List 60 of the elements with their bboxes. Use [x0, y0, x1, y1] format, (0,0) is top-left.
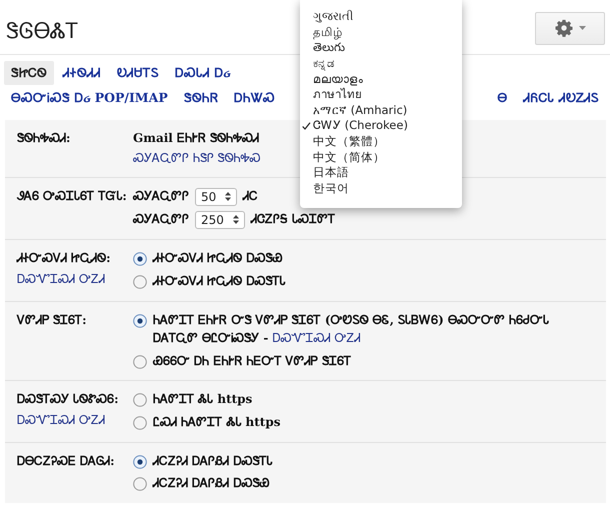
- setting-value: Gmail ᎬᏂᎨᏒ ᏕᏫᏂᎭᏍᏗ: [133, 130, 260, 147]
- learn-more-link[interactable]: ᎠᏍᏉᏆᏍᏗ ᎤᏃᏗ: [17, 270, 127, 288]
- radio-button[interactable]: [133, 477, 147, 492]
- learn-more-link[interactable]: ᎠᏍᏉᏆᏍᏗ ᎤᏃᏗ: [272, 331, 360, 346]
- setting-label: ᎠᎾᏟᏃᎮᏍᎬ ᎠᎪᎶᏗ:: [17, 452, 116, 470]
- radio-button[interactable]: [133, 354, 147, 369]
- radio-button[interactable]: [133, 416, 147, 430]
- radio-button[interactable]: [133, 252, 147, 266]
- option-label: ᏍᎩᎪᏩᏛᎵ: [133, 211, 189, 228]
- menu-item[interactable]: తెలుగు: [313, 40, 345, 56]
- radio-label: ᏗᏟᏃᎮᏗ ᎠᎪᎵᏰᏗ ᎠᏍᏕᎢᏓ: [153, 452, 272, 470]
- radio-button[interactable]: [133, 274, 147, 289]
- menu-item[interactable]: ᏣᎳᎩ (Cherokee): [313, 118, 408, 134]
- tab[interactable]: ᎠᏂᏔᏍ: [226, 86, 282, 110]
- select-field[interactable]: 50: [195, 188, 237, 206]
- settings-icon: [554, 19, 572, 37]
- menu-item[interactable]: 日本語: [313, 165, 349, 180]
- setting-label: ᏙᏛᏗᏢ ᏕᏆᏮᎢ:: [17, 312, 88, 329]
- radio-label: ᏗᏐᏅᏍᏙᏗ ᏥᏩᏗᏫ ᎠᏍᏕᏯ: [153, 250, 282, 268]
- window-title: ᏕᎶᎾᏜᎢ: [6, 19, 79, 43]
- menu-item[interactable]: ಕನ್ನಡ: [313, 56, 335, 72]
- settings-link[interactable]: ᏍᎩᎪᏩᏛᎵ ᏂᏕᎵ ᏕᏫᏂᎭᏍ: [133, 149, 261, 167]
- setting-label: ᏕᏫᏂᎭᏍᏗ:: [17, 130, 72, 147]
- radio-button[interactable]: [133, 314, 147, 328]
- tab[interactable]: ᏗᏐᏫᏗᏗ: [56, 61, 108, 85]
- tab[interactable]: ᏕᏫᏂᏒ: [176, 86, 225, 110]
- menu-item[interactable]: 한국어: [313, 180, 349, 196]
- updown-arrow-icon: [225, 192, 231, 202]
- setting-label: ᏗᏐᏅᏍᏙᏗ ᏥᏩᏗᏫ:: [17, 250, 112, 268]
- radio-label: ᏗᏐᏅᏍᏙᏗ ᏥᏩᏗᏫ ᎠᏍᏕᎢᏓ: [153, 272, 286, 290]
- menu-item[interactable]: አማርኛ (Amharic): [313, 102, 408, 118]
- radio-label: ᏂᎪᏛᏆᎢ ᏜᏓ https: [153, 391, 252, 408]
- option-label: ᏍᎩᎪᏩᏛᎵ: [133, 188, 189, 205]
- tab[interactable]: Ꮎ: [490, 86, 515, 110]
- tab[interactable]: ᏗᏲᏟᏓ ᏗᎧᏃᏗᏚ: [516, 86, 606, 110]
- caret-icon: [578, 26, 586, 30]
- select-field[interactable]: 250: [195, 210, 245, 229]
- learn-more-link[interactable]: ᎠᏍᏉᏆᏍᏗ ᎤᏃᏗ: [17, 411, 127, 430]
- menu-item[interactable]: ગુજરાતી: [313, 9, 353, 24]
- setting-label: ᎠᏍᏕᎢᏍᎩ ᏓᏫᏑᏍᏮ:: [17, 391, 120, 408]
- tab[interactable]: ᎧᏗᏌᎢᏚ: [110, 61, 166, 85]
- radio-label: ᏗᏟᏃᎮᏗ ᎠᎪᎵᏰᏗ ᎠᏍᏕᏯ: [153, 475, 270, 492]
- radio-button[interactable]: [133, 393, 147, 408]
- menu-item[interactable]: 中文（简体）: [313, 150, 385, 165]
- radio-button[interactable]: [133, 454, 147, 469]
- radio-label: ᏯᏮᏮᏅ ᎠᏂ ᎬᏂᎨᏒ ᏂᎬᏅᎢ ᏙᏛᏗᏢ ᏕᏆᏮᎢ: [153, 352, 351, 370]
- option-label: ᏗᏟ: [243, 188, 258, 205]
- settings-button[interactable]: [535, 12, 605, 44]
- menu-item[interactable]: தமிழ்: [313, 24, 343, 40]
- menu-item[interactable]: 中文（繁體）: [313, 134, 385, 150]
- radio-label: ᏝᏍᏗ ᏂᎪᏛᏆᎢ ᏜᏓ https: [153, 414, 280, 431]
- radio-label: ᏂᎪᏛᏆᎢ ᎬᏂᎨᏒ ᏅᏕ ᏙᏛᏗᏢ ᏕᏆᏮᎢ (ᎤᏬᏚᏫ ᎾᏋ, ᏚᏓᏴᎳᏮ) ᎾᏍᏅᏅᏛ ᏂᏮᏧᏅᏓ ᎠᎪᎢᏩᏛ ᎾᏝᏅᎥᏍᏕᎩ - ᎠᏍᏉᏆᏍᏗ ᎤᏃᏗ: [153, 312, 550, 348]
- updown-arrow-icon: [233, 215, 239, 224]
- tab[interactable]: ᎠᏍᏓᏗ Ꭰᏽ: [168, 61, 238, 85]
- menu-item[interactable]: ภาษาไทย: [313, 87, 362, 102]
- tab[interactable]: ᏕᏥᏟᏫ: [4, 61, 54, 85]
- setting-label: ᏭᎪᏮ ᎤᏍᏆᏓᏮᎢ ᎢᏳᏓ:: [17, 188, 127, 205]
- tab[interactable]: ᎾᏍᏅᎥᏍᏕ Ꭰᏽ POP/IMAP: [4, 86, 175, 110]
- menu-item[interactable]: മലയാളം: [313, 72, 363, 87]
- option-label: ᏗᏣᏃᎵᎦ ᏓᏍᏆᏛᎢ: [251, 211, 336, 228]
